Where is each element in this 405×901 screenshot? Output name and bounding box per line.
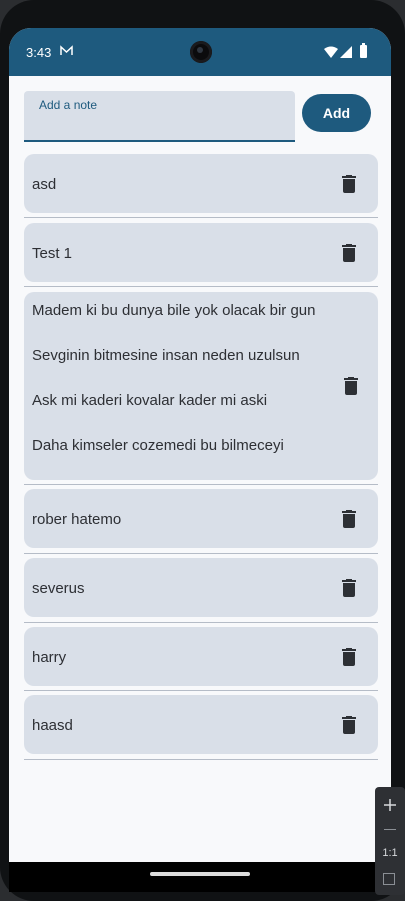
status-time: 3:43 bbox=[26, 45, 52, 60]
note-divider bbox=[24, 286, 378, 287]
note-item: Test 1 bbox=[24, 223, 378, 282]
zoom-in-icon[interactable] bbox=[384, 799, 396, 811]
note-item: haasd bbox=[24, 695, 378, 754]
gesture-handle[interactable] bbox=[150, 872, 250, 876]
note-item: asd bbox=[24, 154, 378, 213]
device-frame: 3:43 Add a note Add asd Test 1 Madem ki bbox=[0, 0, 405, 901]
note-item: Madem ki bu dunya bile yok olacak bir gu… bbox=[24, 292, 378, 480]
camera-cutout bbox=[190, 41, 212, 63]
app-screen: 3:43 Add a note Add asd Test 1 Madem ki bbox=[9, 28, 391, 892]
zoom-out-icon[interactable] bbox=[384, 829, 396, 830]
note-line: Madem ki bu dunya bile yok olacak bir gu… bbox=[32, 302, 316, 319]
note-item: severus bbox=[24, 558, 378, 617]
trash-icon[interactable] bbox=[342, 244, 356, 262]
add-button[interactable]: Add bbox=[302, 94, 371, 132]
note-text: severus bbox=[32, 580, 85, 597]
trash-icon[interactable] bbox=[344, 377, 358, 395]
note-input-label: Add a note bbox=[39, 98, 98, 112]
trash-icon[interactable] bbox=[342, 648, 356, 666]
note-line: Ask mi kaderi kovalar kader mi aski bbox=[32, 392, 268, 409]
trash-icon[interactable] bbox=[342, 716, 356, 734]
note-divider bbox=[24, 217, 378, 218]
status-bar: 3:43 bbox=[9, 28, 391, 76]
note-divider bbox=[24, 759, 378, 760]
note-divider bbox=[24, 484, 378, 485]
note-divider bbox=[24, 690, 378, 691]
mail-icon bbox=[60, 45, 73, 55]
zoom-ratio-button[interactable]: 1:1 bbox=[375, 847, 405, 859]
note-divider bbox=[24, 622, 378, 623]
battery-icon bbox=[360, 43, 367, 58]
emulator-zoom-toolbar: 1:1 bbox=[375, 787, 405, 895]
note-line: Sevginin bitmesine insan neden uzulsun bbox=[32, 347, 300, 364]
note-text: haasd bbox=[32, 717, 73, 734]
note-item: rober hatemo bbox=[24, 489, 378, 548]
note-text: rober hatemo bbox=[32, 511, 122, 528]
note-text: harry bbox=[32, 649, 67, 666]
wifi-icon bbox=[324, 46, 338, 58]
trash-icon[interactable] bbox=[342, 510, 356, 528]
note-text: asd bbox=[32, 176, 57, 193]
note-input-field[interactable]: Add a note bbox=[24, 91, 295, 142]
navigation-bar bbox=[9, 862, 391, 892]
signal-icon bbox=[340, 46, 352, 58]
note-item: harry bbox=[24, 627, 378, 686]
note-divider bbox=[24, 553, 378, 554]
note-text: Test 1 bbox=[32, 245, 73, 262]
fit-screen-icon[interactable] bbox=[383, 873, 395, 885]
trash-icon[interactable] bbox=[342, 579, 356, 597]
trash-icon[interactable] bbox=[342, 175, 356, 193]
note-line: Daha kimseler cozemedi bu bilmeceyi bbox=[32, 437, 284, 454]
